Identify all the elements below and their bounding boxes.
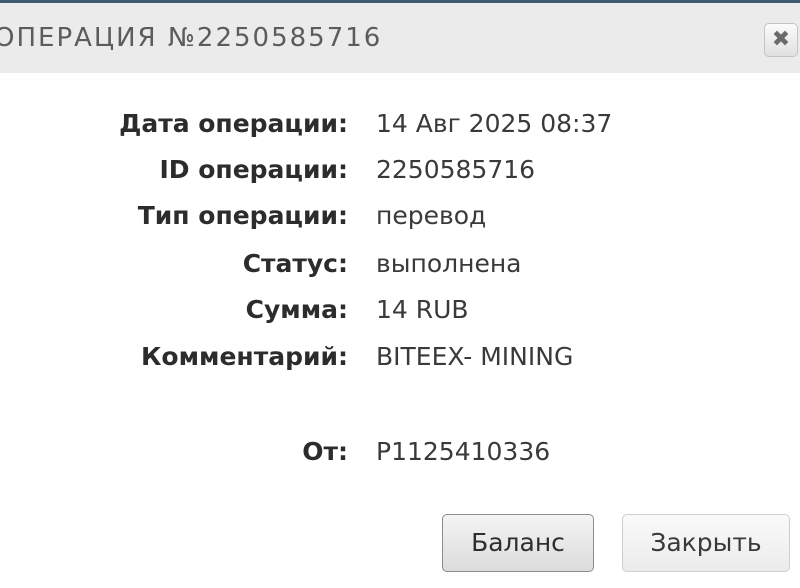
- detail-value: 14 Авг 2025 08:37: [376, 109, 613, 138]
- detail-value: выполнена: [376, 249, 522, 278]
- detail-label: От:: [302, 437, 348, 466]
- balance-button[interactable]: Баланс: [442, 514, 594, 572]
- detail-value: BITEEX- MINING: [376, 342, 574, 371]
- detail-value: 14 RUB: [376, 295, 469, 324]
- detail-row-amount: Сумма: 14 RUB: [0, 292, 800, 328]
- detail-row-id: ID операции: 2250585716: [0, 152, 800, 188]
- close-icon[interactable]: ✖: [764, 23, 798, 57]
- detail-label: Дата операции:: [119, 109, 348, 138]
- dialog-titlebar: ОПЕРАЦИЯ №2250585716 ✖: [0, 3, 800, 73]
- detail-value: перевод: [376, 201, 487, 230]
- detail-label: ID операции:: [159, 155, 349, 184]
- detail-label: Статус:: [242, 249, 348, 278]
- detail-row-comment: Комментарий: BITEEX- MINING: [0, 339, 800, 375]
- detail-label: Сумма:: [245, 295, 348, 324]
- close-button[interactable]: Закрыть: [622, 514, 790, 572]
- dialog-title: ОПЕРАЦИЯ №2250585716: [0, 23, 383, 53]
- detail-value: 2250585716: [376, 155, 536, 184]
- detail-row-status: Статус: выполнена: [0, 246, 800, 282]
- detail-row-from: От: P1125410336: [0, 434, 800, 470]
- detail-label: Тип операции:: [137, 201, 348, 230]
- detail-label: Комментарий:: [141, 342, 348, 371]
- operation-dialog: ОПЕРАЦИЯ №2250585716 ✖ Дата операции: 14…: [0, 0, 800, 588]
- detail-row-type: Тип операции: перевод: [0, 198, 800, 234]
- detail-row-date: Дата операции: 14 Авг 2025 08:37: [0, 106, 800, 142]
- detail-value: P1125410336: [376, 437, 551, 466]
